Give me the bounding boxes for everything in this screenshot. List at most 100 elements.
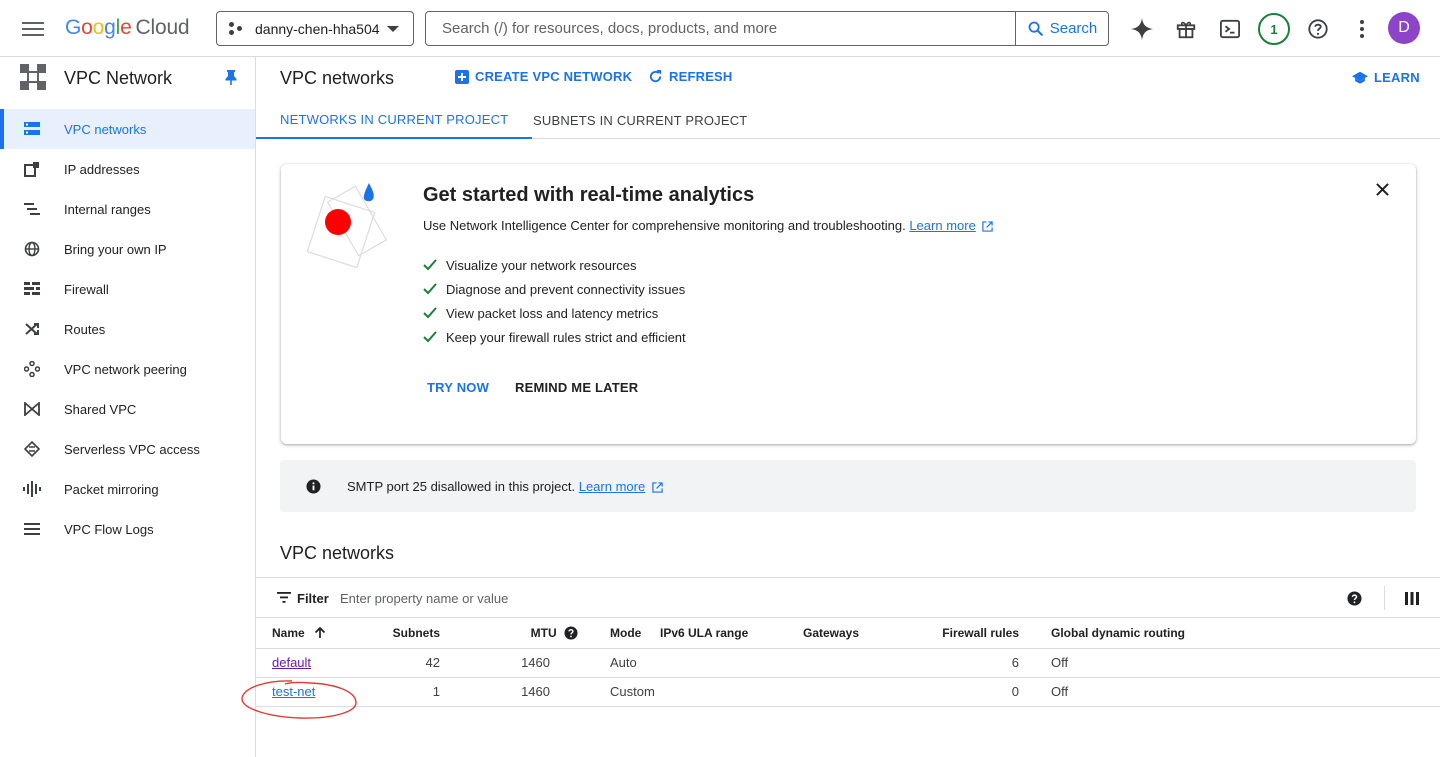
ip-addresses-icon: [23, 161, 41, 177]
sidebar-item-bring-your-own-ip[interactable]: Bring your own IP: [0, 229, 255, 269]
notice-message: SMTP port 25 disallowed in this project.: [347, 479, 576, 494]
sidebar-item-label: Serverless VPC access: [64, 441, 200, 457]
gateways-cell: [803, 677, 913, 707]
check-icon: [423, 307, 437, 319]
filter-input[interactable]: [340, 586, 940, 610]
checklist-text: Keep your firewall rules strict and effi…: [446, 329, 686, 345]
arrow-upward-icon: [314, 626, 326, 638]
network-link[interactable]: default: [272, 655, 311, 670]
hamburger-menu-icon[interactable]: [22, 18, 44, 38]
open-in-new-icon: [652, 482, 663, 493]
project-name: danny-chen-hha504: [255, 20, 380, 37]
sidebar-item-packet-mirroring[interactable]: Packet mirroring: [0, 469, 255, 509]
globe-icon: [23, 241, 41, 257]
chevron-down-icon: [387, 26, 399, 32]
remind-me-later-button[interactable]: REMIND ME LATER: [515, 380, 638, 395]
sidebar-item-ip-addresses[interactable]: IP addresses: [0, 149, 255, 189]
try-now-button[interactable]: TRY NOW: [427, 380, 489, 395]
gemini-spark-icon[interactable]: [1127, 14, 1157, 44]
promo-description: Use Network Intelligence Center for comp…: [423, 218, 994, 233]
search-button[interactable]: Search: [1015, 12, 1108, 45]
notification-count: 1: [1258, 13, 1290, 45]
column-header-firewall-rules[interactable]: Firewall rules: [913, 618, 1019, 649]
refresh-label: REFRESH: [669, 69, 733, 84]
network-link[interactable]: test-net: [272, 684, 315, 699]
refresh-button[interactable]: REFRESH: [648, 69, 733, 84]
mtu-cell: 1460: [440, 677, 566, 707]
sidebar-item-routes[interactable]: Routes: [0, 309, 255, 349]
filter-icon[interactable]: [277, 592, 291, 603]
sidebar-item-firewall[interactable]: Firewall: [0, 269, 255, 309]
column-label: Gateways: [803, 625, 860, 640]
sidebar-item-vpc-networks[interactable]: VPC networks: [0, 109, 255, 149]
avatar-initial: D: [1388, 12, 1420, 44]
tab-networks-in-current-project[interactable]: NETWORKS IN CURRENT PROJECT: [256, 101, 533, 139]
open-in-new-icon: [982, 221, 994, 232]
sidebar-item-vpc-flow-logs[interactable]: VPC Flow Logs: [0, 509, 255, 549]
sidebar-item-label: VPC networks: [64, 121, 147, 137]
search-input[interactable]: [426, 12, 1015, 45]
help-icon[interactable]: [1347, 591, 1362, 606]
page-header: VPC networks CREATE VPC NETWORK REFRESH …: [256, 57, 1440, 101]
smtp-notice-banner: SMTP port 25 disallowed in this project.…: [280, 460, 1416, 512]
promo-description-text: Use Network Intelligence Center for comp…: [423, 218, 906, 233]
search-icon: [1028, 21, 1043, 36]
list-item: Visualize your network resources: [423, 253, 686, 277]
subnets-cell: 42: [366, 648, 440, 678]
column-header-subnets[interactable]: Subnets: [366, 618, 440, 649]
cloud-shell-icon[interactable]: [1215, 14, 1245, 44]
close-icon[interactable]: [1376, 183, 1389, 196]
vpc-networks-icon: [23, 121, 41, 137]
sidebar-item-label: Shared VPC: [64, 401, 137, 417]
column-header-mode[interactable]: Mode: [566, 618, 660, 649]
help-icon[interactable]: [564, 626, 578, 640]
gateways-cell: [803, 648, 913, 678]
project-icon: [229, 21, 243, 36]
sidebar-item-shared-vpc[interactable]: Shared VPC: [0, 389, 255, 429]
notice-learn-more-link[interactable]: Learn more: [579, 479, 645, 494]
filter-bar: Filter: [256, 577, 1440, 618]
gift-icon[interactable]: [1171, 14, 1201, 44]
learn-label: LEARN: [1374, 70, 1420, 85]
column-header-gateways[interactable]: Gateways: [803, 618, 913, 649]
promo-learn-more-link[interactable]: Learn more: [909, 218, 975, 233]
pin-icon[interactable]: [224, 69, 238, 85]
notifications-icon[interactable]: 1: [1257, 12, 1291, 46]
logo-letter: e: [120, 16, 132, 39]
learn-button[interactable]: LEARN: [1352, 70, 1420, 85]
tab-label: SUBNETS IN CURRENT PROJECT: [533, 112, 748, 128]
list-item: Keep your firewall rules strict and effi…: [423, 325, 686, 349]
account-avatar[interactable]: D: [1388, 12, 1420, 44]
column-label: Mode: [610, 625, 642, 640]
sidebar-item-label: Routes: [64, 321, 106, 337]
column-label: Global dynamic routing: [1051, 625, 1186, 640]
sidebar-item-vpc-network-peering[interactable]: VPC network peering: [0, 349, 255, 389]
promo-title: Get started with real-time analytics: [423, 184, 755, 206]
refresh-icon: [649, 69, 662, 83]
column-header-mtu[interactable]: MTU: [440, 618, 578, 649]
routing-cell: Off: [1019, 677, 1440, 707]
column-header-ipv6-ula-range[interactable]: IPv6 ULA range: [660, 618, 803, 649]
table-header-row: Name Subnets MTU Mode IPv6 ULA range Gat…: [256, 618, 1440, 649]
column-header-name[interactable]: Name: [256, 618, 366, 649]
help-icon[interactable]: [1303, 14, 1333, 44]
checklist-text: Visualize your network resources: [446, 257, 637, 273]
more-vert-icon[interactable]: [1347, 14, 1377, 44]
ipv6-cell: [660, 677, 803, 707]
filter-label: Filter: [297, 591, 329, 606]
top-app-bar: GoogleCloud danny-chen-hha504 Search 1 D: [0, 0, 1440, 57]
notice-text: SMTP port 25 disallowed in this project.…: [347, 479, 663, 494]
table-row: default 42 1460 Auto 6 Off: [256, 648, 1440, 678]
sidebar-item-internal-ranges[interactable]: Internal ranges: [0, 189, 255, 229]
create-vpc-network-button[interactable]: CREATE VPC NETWORK: [455, 69, 632, 84]
firewall-rules-cell: 0: [913, 677, 1019, 707]
side-nav: VPC Network VPC networks IP addresses In…: [0, 57, 256, 757]
column-header-global-dynamic-routing[interactable]: Global dynamic routing: [1019, 618, 1440, 649]
google-cloud-logo[interactable]: Google Cloud: [65, 16, 190, 40]
column-label: Firewall rules: [942, 625, 1019, 640]
sidebar-item-serverless-vpc-access[interactable]: Serverless VPC access: [0, 429, 255, 469]
tab-subnets-in-current-project[interactable]: SUBNETS IN CURRENT PROJECT: [509, 101, 771, 139]
column-display-options-icon[interactable]: [1405, 592, 1419, 605]
routing-cell: Off: [1019, 648, 1440, 678]
project-picker[interactable]: danny-chen-hha504: [216, 11, 414, 46]
